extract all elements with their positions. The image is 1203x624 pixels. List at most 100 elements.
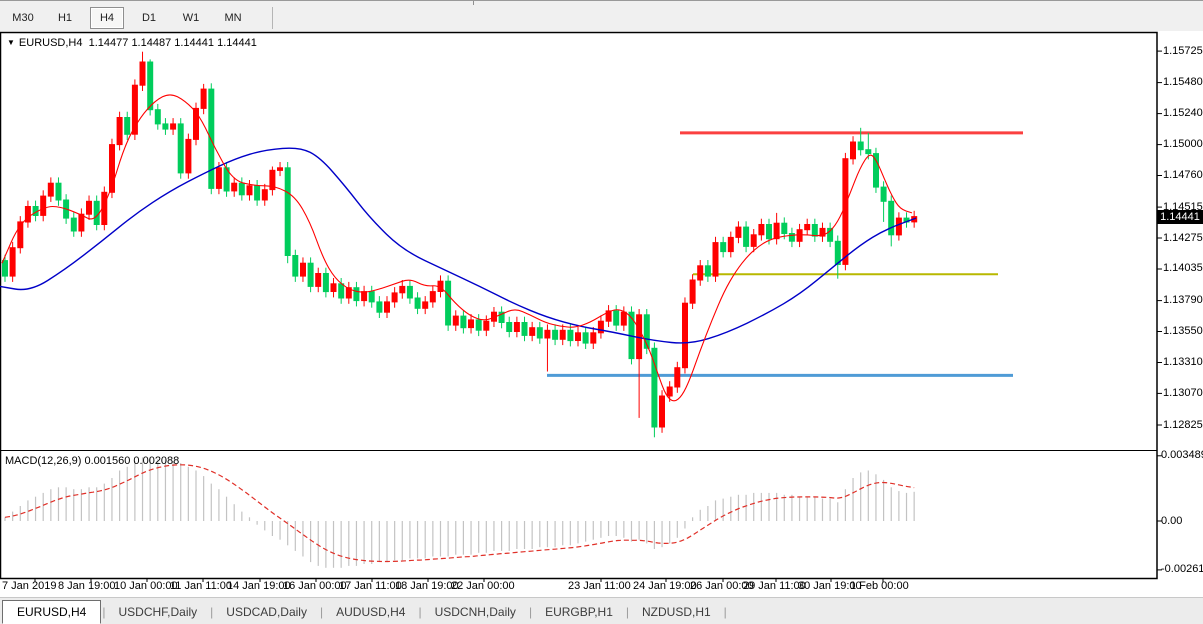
time-tick-label: 16 Jan 00:00 xyxy=(283,580,347,592)
candle-body xyxy=(407,286,412,298)
price-tick-label: 1.14515 xyxy=(1163,201,1203,213)
candle-body xyxy=(178,124,183,173)
tab-separator: | xyxy=(320,605,323,619)
candle-body xyxy=(889,201,894,235)
timeframe-button-m30[interactable]: M30 xyxy=(6,7,40,29)
chart-tab-eurgbp[interactable]: EURGBP,H1 xyxy=(533,602,625,622)
candle-body xyxy=(866,150,871,154)
price-tick-label: 1.12825 xyxy=(1163,419,1203,431)
candle-body xyxy=(400,286,405,292)
candle-body xyxy=(805,225,810,230)
candle-body xyxy=(683,303,688,368)
timeframe-button-mn[interactable]: MN xyxy=(216,7,250,29)
candle-body xyxy=(446,281,451,325)
chart-dropdown-icon[interactable]: ▼ xyxy=(7,38,15,47)
candle-body xyxy=(140,62,145,85)
ohlc-values: 1.14477 1.14487 1.14441 1.14441 xyxy=(89,37,257,49)
candle-body xyxy=(530,328,535,336)
candle-body xyxy=(339,284,344,298)
candle-body xyxy=(87,201,92,214)
candle-body xyxy=(453,316,458,325)
candle-body xyxy=(48,183,53,196)
candle-body xyxy=(591,333,596,343)
candle-body xyxy=(721,243,726,252)
candle-body xyxy=(308,263,313,286)
candle-body xyxy=(430,292,435,302)
trend-lines xyxy=(547,133,1023,376)
chart-tab-bar: EURUSD,H4|USDCHF,Daily|USDCAD,Daily|AUDU… xyxy=(0,597,1203,624)
candle-body xyxy=(782,223,787,233)
time-tick-label: 24 Jan 19:00 xyxy=(633,580,697,592)
candles-layer xyxy=(3,52,917,438)
chart-tab-usdchf[interactable]: USDCHF,Daily xyxy=(106,602,209,622)
candle-body xyxy=(881,187,886,201)
moving-averages xyxy=(0,95,916,401)
time-tick-label: 23 Jan 11:00 xyxy=(568,580,631,592)
chart-tab-nzdusd[interactable]: NZDUSD,H1 xyxy=(630,602,723,622)
candle-body xyxy=(675,368,680,387)
candle-body xyxy=(514,323,519,332)
candle-body xyxy=(461,316,466,328)
timeframe-button-w1[interactable]: W1 xyxy=(174,7,208,29)
timeframe-button-d1[interactable]: D1 xyxy=(132,7,166,29)
candle-body xyxy=(316,274,321,287)
candle-body xyxy=(354,288,359,301)
candle-body xyxy=(247,186,252,195)
candle-body xyxy=(759,225,764,235)
candle-body xyxy=(797,230,802,242)
macd-histogram xyxy=(5,457,914,567)
candle-body xyxy=(56,183,61,200)
candle-body xyxy=(285,168,290,256)
time-tick-label: 29 Jan 11:00 xyxy=(743,580,806,592)
time-tick-label: 1 Feb 00:00 xyxy=(850,580,909,592)
time-tick-label: 10 Jan 00:00 xyxy=(114,580,178,592)
time-tick-label: 22 Jan 00:00 xyxy=(451,580,515,592)
timeframe-button-h4[interactable]: H4 xyxy=(90,7,124,29)
price-tick-label: 1.14760 xyxy=(1163,169,1203,181)
candle-body xyxy=(155,110,160,124)
candle-body xyxy=(239,183,244,195)
timeframe-button-h1[interactable]: H1 xyxy=(48,7,82,29)
candle-body xyxy=(385,302,390,312)
candle-body xyxy=(362,292,367,301)
chart-tab-eurusd[interactable]: EURUSD,H4 xyxy=(2,600,101,624)
price-tick-label: 1.13070 xyxy=(1163,387,1203,399)
tab-separator: | xyxy=(418,605,421,619)
chart-window[interactable]: ▼EURUSD,H4 1.14477 1.14487 1.14441 1.144… xyxy=(0,31,1203,597)
candle-body xyxy=(71,218,76,231)
candle-body xyxy=(598,321,603,333)
chart-tab-usdcad[interactable]: USDCAD,Daily xyxy=(214,602,319,622)
price-chart-canvas[interactable] xyxy=(0,31,1203,597)
candle-body xyxy=(728,237,733,251)
candle-body xyxy=(614,311,619,325)
chart-tab-usdcnh[interactable]: USDCNH,Daily xyxy=(423,602,528,622)
candle-body xyxy=(232,183,237,191)
tab-separator: | xyxy=(529,605,532,619)
candle-body xyxy=(392,293,397,302)
price-tick-label: 1.14275 xyxy=(1163,232,1203,244)
price-tick-label: 1.15000 xyxy=(1163,138,1203,150)
candle-body xyxy=(568,330,573,340)
tab-separator: | xyxy=(210,605,213,619)
candle-body xyxy=(690,280,695,303)
candle-body xyxy=(545,330,550,338)
candle-body xyxy=(751,235,756,247)
candle-body xyxy=(377,302,382,312)
candle-body xyxy=(278,168,283,171)
candle-body xyxy=(216,168,221,189)
timeframe-toolbar: M30 H1 H4 D1 W1 MN xyxy=(0,5,1203,31)
chart-tab-audusd[interactable]: AUDUSD,H4 xyxy=(324,602,417,622)
macd-tick-label: 0.00 xyxy=(1161,515,1182,527)
candle-body xyxy=(323,274,328,292)
candle-body xyxy=(896,218,901,235)
candle-body xyxy=(41,196,46,215)
candle-body xyxy=(522,323,527,336)
tab-separator: | xyxy=(102,605,105,619)
candle-body xyxy=(812,225,817,237)
candle-body xyxy=(576,333,581,341)
price-tick-label: 1.13790 xyxy=(1163,294,1203,306)
candle-body xyxy=(469,320,474,328)
candle-body xyxy=(255,186,260,200)
candle-body xyxy=(201,89,206,108)
candle-body xyxy=(125,118,130,135)
